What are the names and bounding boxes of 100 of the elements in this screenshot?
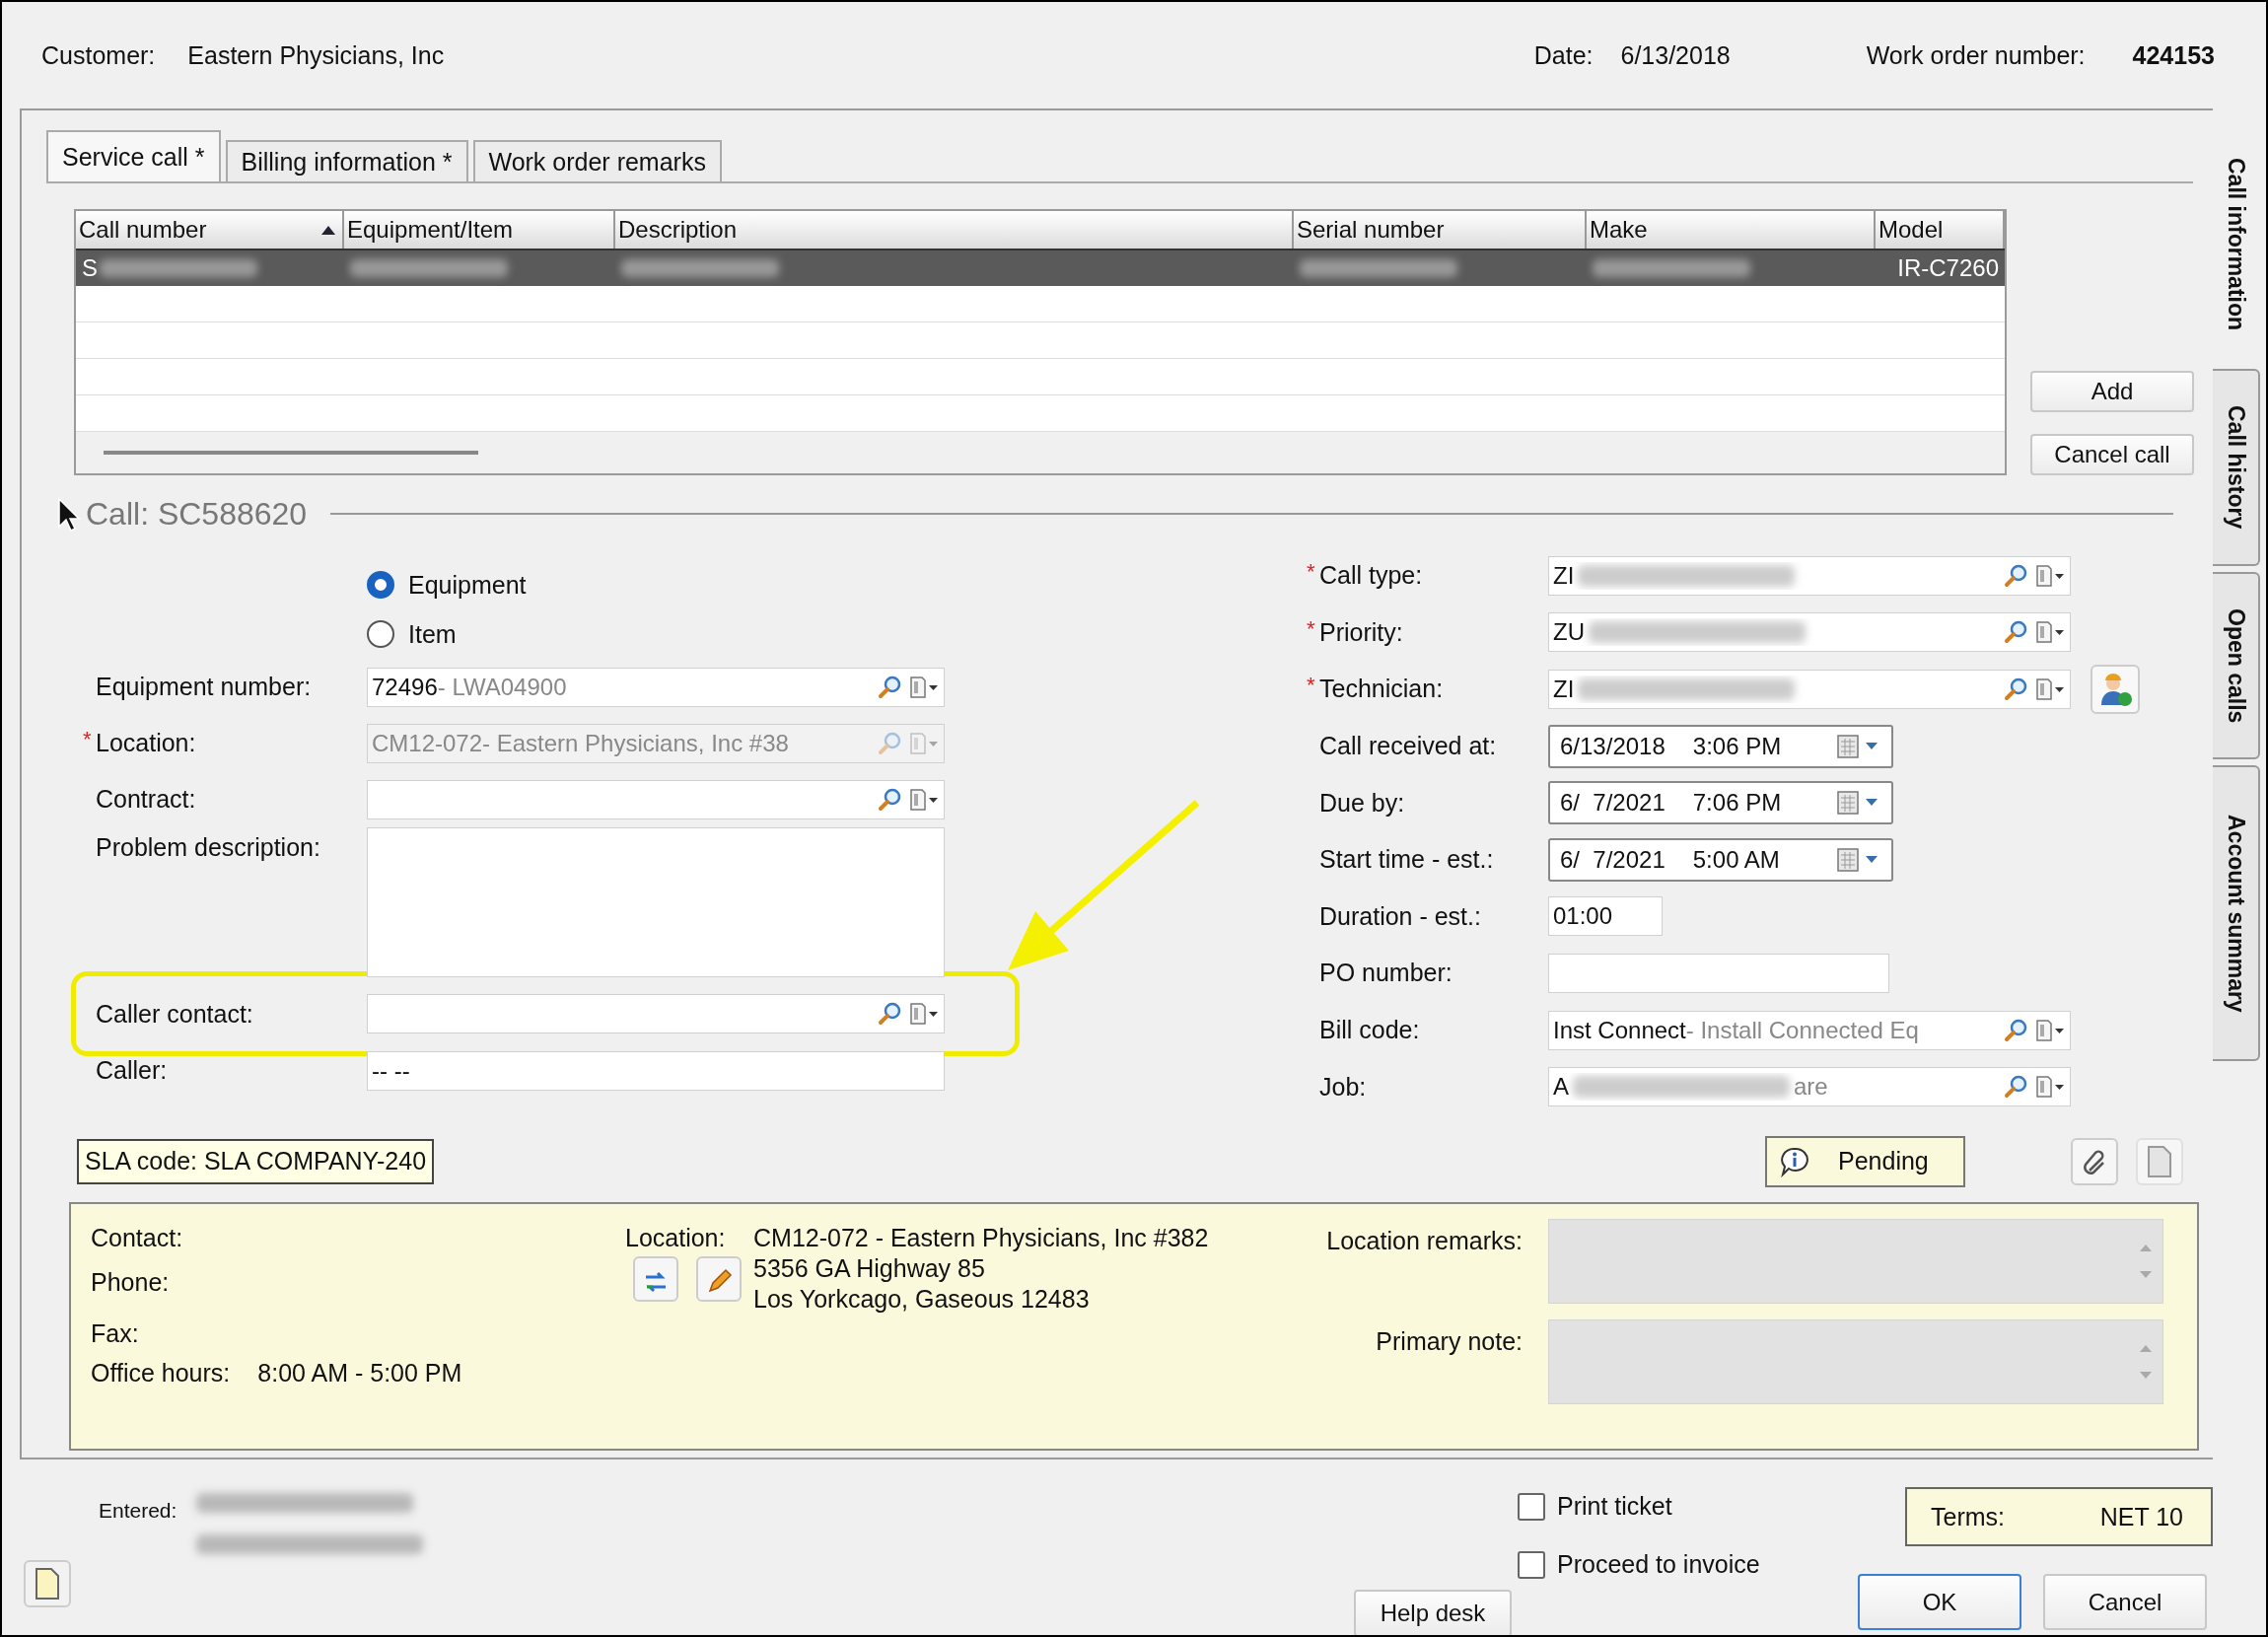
tab[interactable]: Work order remarks <box>472 140 722 181</box>
search-icon[interactable] <box>877 1001 902 1027</box>
radio-option[interactable]: Item <box>367 609 457 659</box>
column-header[interactable]: Description <box>615 211 1294 249</box>
column-header[interactable]: Call number <box>76 211 344 249</box>
page-menu-icon[interactable] <box>2034 1074 2066 1101</box>
swap-button[interactable] <box>633 1255 678 1302</box>
required-mark: * <box>83 729 92 750</box>
help-desk-button[interactable]: Help desk <box>1354 1590 1512 1635</box>
address-line: 5356 GA Highway 85 <box>753 1253 986 1283</box>
lookup-field[interactable]: 72496- LWA04900 <box>367 667 945 707</box>
dialog-button[interactable]: OK <box>1858 1574 2021 1630</box>
field-label: Due by: <box>1319 788 1405 818</box>
table-row[interactable]: S IR-C7260 <box>76 250 2005 286</box>
cursor-icon <box>57 497 81 533</box>
page-menu-icon[interactable] <box>908 674 940 700</box>
scroll-thumb[interactable] <box>104 451 478 455</box>
page-menu-icon[interactable] <box>908 1001 940 1027</box>
search-icon[interactable] <box>2003 676 2028 702</box>
terms-label: Terms: <box>1931 1502 2005 1531</box>
column-header[interactable]: Equipment/Item <box>344 211 615 249</box>
action-button[interactable]: Cancel call <box>2030 434 2194 475</box>
work-order-label: Work order number: <box>1866 40 2086 70</box>
page-menu-icon[interactable] <box>2034 562 2066 589</box>
customer-label: Customer: <box>41 40 156 70</box>
tab[interactable]: Billing information * <box>225 140 468 181</box>
text-field[interactable] <box>1548 953 1889 993</box>
page-menu-icon[interactable] <box>908 786 940 813</box>
field-label: Caller: <box>96 1056 168 1085</box>
search-icon[interactable] <box>2003 1017 2028 1043</box>
required-mark: * <box>1307 675 1315 697</box>
search-icon[interactable] <box>2003 562 2028 589</box>
date-time-field[interactable]: 6/ 7/2021 5:00 AM <box>1548 837 1893 882</box>
field-label: Duration - est.: <box>1319 901 1481 931</box>
lookup-field[interactable]: ZU <box>1548 612 2071 653</box>
field-label: Location: <box>96 729 196 757</box>
required-mark: * <box>1307 617 1315 640</box>
checkbox-option[interactable]: Print ticket <box>1518 1492 1672 1521</box>
fax-label: Fax: <box>91 1318 140 1349</box>
location-label: Location: <box>625 1223 727 1252</box>
field-label: Caller contact: <box>96 999 253 1029</box>
checkbox-option[interactable]: Proceed to invoice <box>1518 1550 1760 1579</box>
column-header[interactable]: Serial number <box>1294 211 1587 249</box>
lookup-field[interactable]: Inst Connect- Install Connected Eq <box>1548 1010 2071 1050</box>
duration-field[interactable]: 01:00 <box>1548 896 1663 937</box>
note-page-icon <box>33 1567 62 1601</box>
dialog-button[interactable]: Cancel <box>2043 1574 2207 1630</box>
date-value: 6/13/2018 <box>1620 40 1731 70</box>
lookup-field[interactable] <box>367 994 945 1033</box>
copy-button[interactable] <box>2136 1137 2183 1185</box>
column-header[interactable]: Model <box>1876 211 2005 249</box>
field-label: Bill code: <box>1319 1016 1420 1045</box>
technician-assign-button[interactable] <box>2091 665 2140 714</box>
side-tab[interactable]: Call history <box>2213 369 2260 566</box>
info-bubble-icon <box>1779 1145 1810 1177</box>
table-cell: IR-C7260 <box>1897 254 1999 282</box>
contact-label: Contact: <box>91 1223 184 1253</box>
note-label: Primary note: <box>1375 1325 1523 1357</box>
tab[interactable]: Service call * <box>46 130 221 181</box>
work-order-number: 424153 <box>2132 40 2215 70</box>
entered-label: Entered: <box>99 1498 177 1524</box>
status-button[interactable]: Pending <box>1765 1135 1965 1187</box>
sort-up-icon <box>320 224 336 236</box>
side-tab[interactable]: Account summary <box>2213 765 2260 1061</box>
office-hours-label: Office hours: <box>91 1358 231 1388</box>
table-cell: S <box>82 254 98 282</box>
field-label: Call type: <box>1319 561 1423 591</box>
lookup-field[interactable]: ZI <box>1548 670 2071 709</box>
edit-button[interactable] <box>696 1255 742 1302</box>
search-icon[interactable] <box>2003 1074 2028 1101</box>
sla-code: SLA code: SLA COMPANY-240 <box>77 1138 435 1184</box>
lookup-field[interactable]: A are <box>1548 1067 2071 1107</box>
date-time-field[interactable]: 6/ 7/2021 7:06 PM <box>1548 781 1893 825</box>
page-menu-icon[interactable] <box>2034 619 2066 646</box>
field-label: Job: <box>1319 1072 1367 1102</box>
notes-button[interactable] <box>24 1560 71 1607</box>
page-menu-icon[interactable] <box>2034 676 2066 702</box>
column-header[interactable]: Make <box>1587 211 1876 249</box>
date-time-field[interactable]: 6/13/2018 3:06 PM <box>1548 724 1893 768</box>
required-mark: * <box>1307 561 1315 584</box>
search-icon[interactable] <box>2003 619 2028 646</box>
attach-button[interactable] <box>2071 1137 2118 1185</box>
text-field[interactable]: -- -- <box>367 1050 945 1091</box>
radio-option[interactable]: Equipment <box>367 560 527 609</box>
lookup-field[interactable]: ZI <box>1548 555 2071 596</box>
field-label: Problem description: <box>96 833 320 862</box>
search-icon[interactable] <box>877 674 902 700</box>
address-line: Los Yorkcago, Gaseous 12483 <box>753 1284 1091 1314</box>
lookup-field[interactable] <box>367 779 945 819</box>
field-label: Contract: <box>96 785 196 814</box>
search-icon[interactable] <box>877 786 902 813</box>
field-label: PO number: <box>1319 959 1453 988</box>
page-menu-icon[interactable] <box>2034 1017 2066 1043</box>
side-tab[interactable]: Open calls <box>2213 572 2260 759</box>
field-label: Call received at: <box>1319 732 1497 761</box>
phone-label: Phone: <box>91 1267 171 1298</box>
page-icon <box>2145 1144 2174 1178</box>
date-label: Date: <box>1533 40 1594 70</box>
remarks-label: Location remarks: <box>1325 1225 1523 1256</box>
action-button[interactable]: Add <box>2030 371 2194 412</box>
